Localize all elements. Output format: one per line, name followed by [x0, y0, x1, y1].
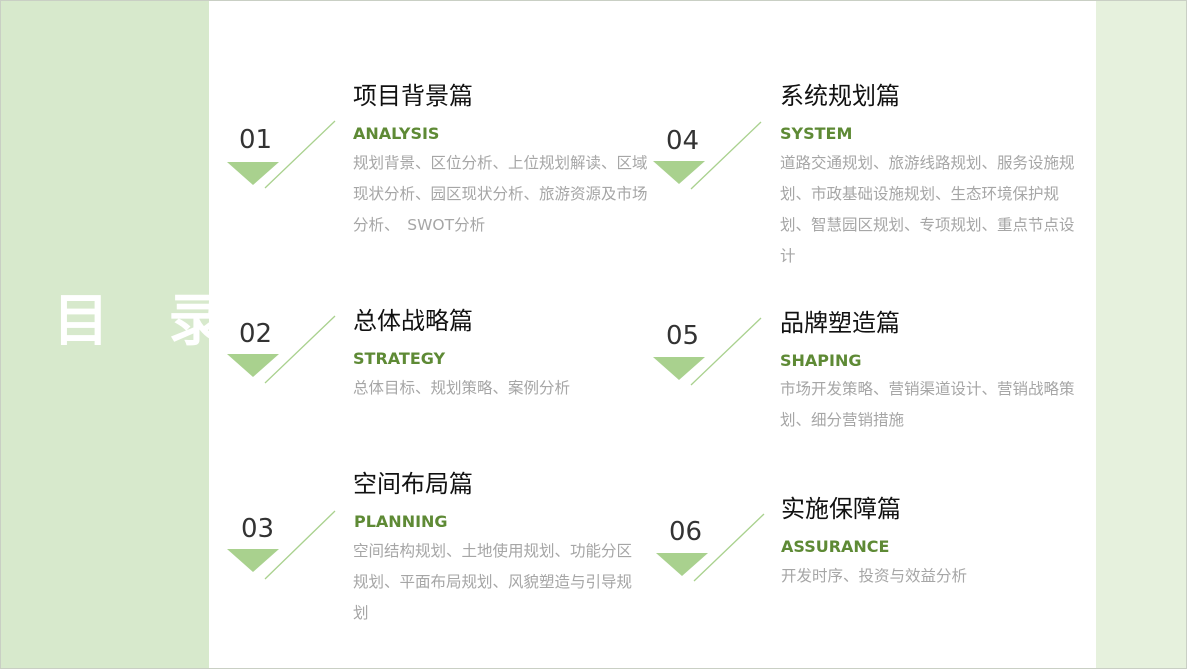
section-title: 项目背景篇 [353, 82, 473, 110]
section-title: 系统规划篇 [780, 82, 900, 110]
section-description: 规划背景、区位分析、上位规划解读、区域现状分析、园区现状分析、旅游资源及市场分析… [353, 154, 648, 234]
section-description: 市场开发策略、营销渠道设计、营销战略策划、细分营销措施 [780, 380, 1075, 429]
triangle-marker-icon [227, 315, 336, 384]
section-title: 实施保障篇 [781, 495, 901, 523]
section-subtitle: SYSTEM [780, 124, 853, 143]
section-title: 总体战略篇 [353, 307, 473, 335]
section-description: 空间结构规划、土地使用规划、功能分区规划、平面布局规划、风貌塑造与引导规划 [353, 542, 633, 622]
section-title: 品牌塑造篇 [780, 309, 900, 337]
slide: 目 录 01 项目背景篇 ANALYSIS 规划背景、区位分析、上位规划解读、区… [0, 0, 1187, 669]
right-sidebar-band [1096, 1, 1186, 668]
triangle-marker-icon [227, 510, 336, 580]
section-subtitle: SHAPING [780, 351, 862, 370]
section-description: 开发时序、投资与效益分析 [781, 567, 968, 585]
section-subtitle: ANALYSIS [353, 124, 440, 143]
section-description: 道路交通规划、旅游线路规划、服务设施规划、市政基础设施规划、生态环境保护规划、智… [780, 154, 1075, 265]
triangle-marker-icon [653, 121, 762, 190]
section-description: 总体目标、规划策略、案例分析 [353, 379, 571, 397]
triangle-marker-icon [227, 120, 336, 189]
section-title: 空间布局篇 [353, 470, 473, 498]
page-title: 目 录 [53, 289, 245, 354]
section-subtitle: ASSURANCE [781, 537, 890, 556]
triangle-marker-icon [653, 317, 762, 386]
section-subtitle: PLANNING [354, 512, 448, 531]
section-subtitle: STRATEGY [353, 349, 446, 368]
triangle-marker-icon [656, 513, 765, 582]
